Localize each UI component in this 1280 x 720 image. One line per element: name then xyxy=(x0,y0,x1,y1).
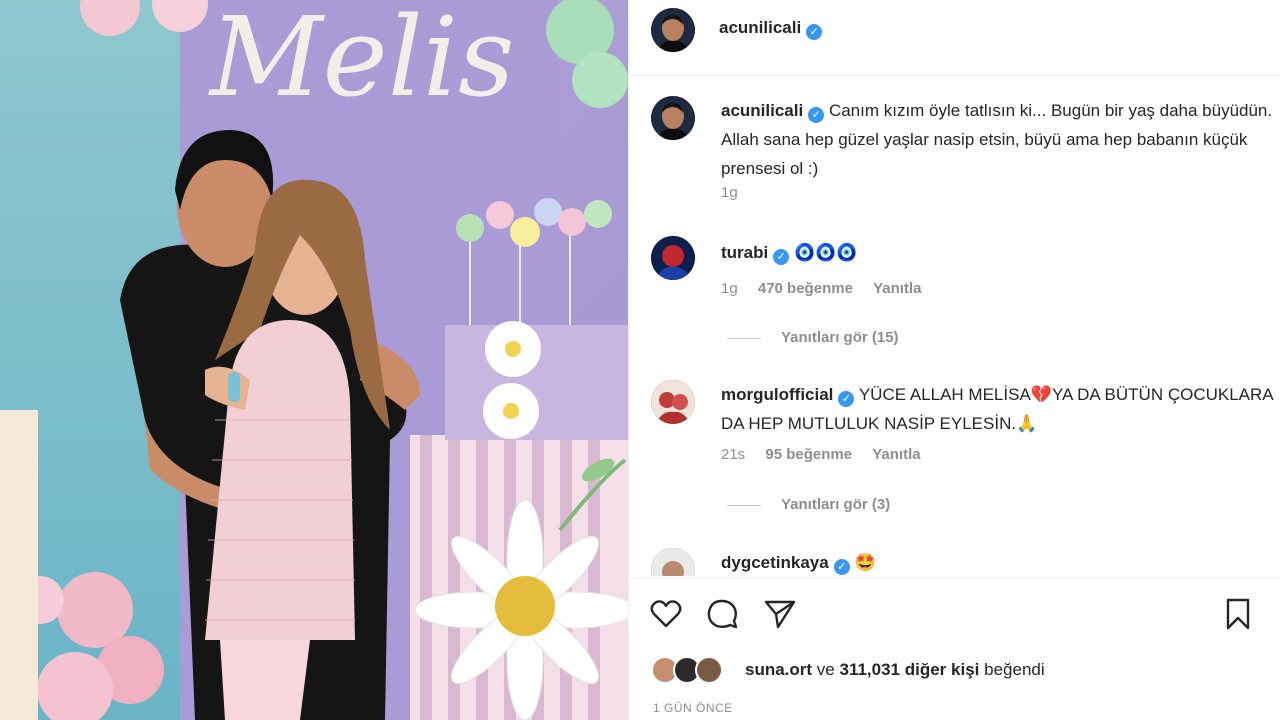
others-count[interactable]: 311,031 diğer kişi xyxy=(840,660,980,679)
reply-button[interactable]: Yanıtla xyxy=(873,280,921,297)
commenter-avatar[interactable] xyxy=(651,548,695,576)
comment-meta: 1g 470 beğenme Yanıtla xyxy=(721,280,937,297)
commenter-avatar[interactable] xyxy=(651,236,695,280)
comment-meta: 21s 95 beğenme Yanıtla xyxy=(721,446,937,463)
replies-divider xyxy=(727,504,761,506)
commenter-avatar[interactable] xyxy=(651,380,695,424)
likes-connector: ve xyxy=(816,660,835,679)
comment-icon[interactable] xyxy=(705,597,739,631)
author-avatar[interactable] xyxy=(651,8,695,52)
caption-text: Canım kızım öyle tatlısın ki... Bugün bi… xyxy=(721,101,1273,178)
photo-sign-text: Melis xyxy=(208,0,515,121)
verified-badge-icon: ✓ xyxy=(808,107,825,123)
caption-avatar[interactable] xyxy=(651,96,695,140)
first-liker[interactable]: suna.ort xyxy=(745,660,812,679)
caption-username[interactable]: acunilicali xyxy=(721,101,803,120)
likes-text: suna.ort ve 311,031 diğer kişi beğendi xyxy=(745,660,1045,680)
verified-badge-icon: ✓ xyxy=(806,24,823,40)
caption-time: 1g xyxy=(721,184,738,201)
comment-item: turabi ✓ 🧿🧿🧿 1g 470 beğenme Yanıtla Yanıt… xyxy=(629,236,1280,356)
liker-avatar xyxy=(695,656,723,684)
comment-item: morgulofficial ✓ YÜCE ALLAH MELİSA💔YA DA … xyxy=(629,380,1280,530)
comment-text: 🤩 xyxy=(854,553,876,572)
commenter-username[interactable]: dygcetinkaya xyxy=(721,553,829,572)
reply-button[interactable]: Yanıtla xyxy=(872,446,920,463)
verified-badge-icon: ✓ xyxy=(773,249,790,265)
replies-divider xyxy=(727,337,761,339)
commenter-username[interactable]: turabi xyxy=(721,243,768,262)
caption-meta: 1g xyxy=(721,184,754,201)
commenter-username[interactable]: morgulofficial xyxy=(721,385,833,404)
post-timestamp: 1 GÜN ÖNCE xyxy=(653,701,733,715)
view-replies-button[interactable]: Yanıtları gör (15) xyxy=(727,329,899,346)
bookmark-icon[interactable] xyxy=(1221,597,1255,631)
verified-badge-icon: ✓ xyxy=(838,391,855,407)
likes-summary[interactable]: suna.ort ve 311,031 diğer kişi beğendi xyxy=(651,654,1271,688)
comment-likes[interactable]: 470 beğenme xyxy=(758,280,853,297)
post-photo[interactable]: Melis xyxy=(0,0,628,720)
birthday-photo-image: Melis xyxy=(0,0,628,720)
caption: acunilicali ✓ Canım kızım öyle tatlısın k… xyxy=(629,96,1280,206)
post-details-panel: acunilicali ✓ acunilicali ✓ Canım kızım öy… xyxy=(628,0,1280,720)
heart-icon[interactable] xyxy=(649,597,683,631)
comment-text: 🧿🧿🧿 xyxy=(793,243,858,262)
likes-suffix: beğendi xyxy=(984,660,1045,679)
comment-time: 1g xyxy=(721,280,738,297)
verified-badge-icon: ✓ xyxy=(833,559,850,575)
share-icon[interactable] xyxy=(763,597,797,631)
post-header: acunilicali ✓ xyxy=(629,0,1280,76)
author-username[interactable]: acunilicali xyxy=(719,18,801,37)
view-replies-button[interactable]: Yanıtları gör (3) xyxy=(727,496,890,513)
comment-item: dygcetinkaya ✓ 🤩 xyxy=(629,546,1280,576)
view-replies-label: Yanıtları gör (3) xyxy=(781,496,891,513)
comment-likes[interactable]: 95 beğenme xyxy=(765,446,852,463)
action-bar xyxy=(629,578,1280,650)
view-replies-label: Yanıtları gör (15) xyxy=(781,329,899,346)
comment-time: 21s xyxy=(721,446,746,463)
